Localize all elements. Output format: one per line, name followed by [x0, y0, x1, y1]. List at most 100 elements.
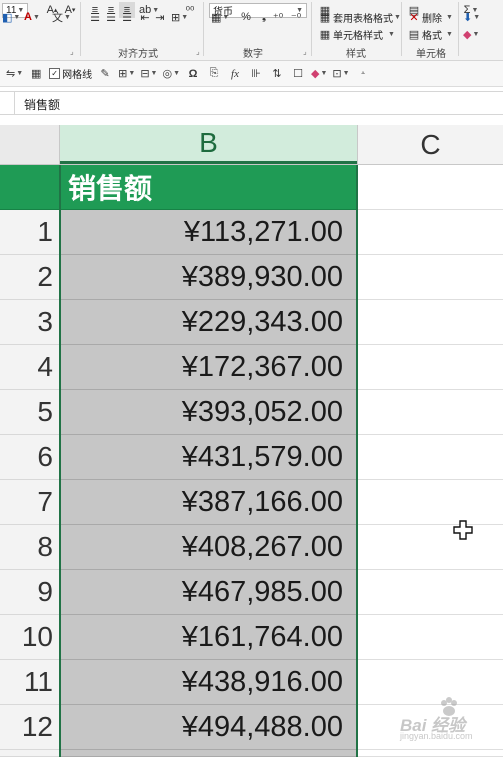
table-cell[interactable] — [357, 300, 503, 345]
decrease-decimal-icon[interactable]: ⁻⁰ — [288, 9, 304, 25]
table-cell[interactable] — [357, 255, 503, 300]
sales-cell[interactable]: ¥161,764.00 — [60, 615, 357, 660]
customize-toolbar-icon[interactable]: ⩡ — [355, 66, 371, 82]
clear-icon[interactable]: ◆ ▼ — [463, 26, 479, 42]
table-cell[interactable] — [357, 480, 503, 525]
page-layout-icon[interactable]: ⇋ ▼ — [6, 66, 23, 82]
sales-cell[interactable]: ¥408,267.00 — [60, 525, 357, 570]
formula-bar-input[interactable]: 销售额 — [24, 96, 60, 113]
table-row: 8 ¥408,267.00 — [0, 525, 503, 570]
table-row: 4 ¥172,367.00 — [0, 345, 503, 390]
row-header[interactable]: 9 — [0, 570, 60, 615]
row-header[interactable]: 10 — [0, 615, 60, 660]
sales-cell[interactable]: ¥467,985.00 — [60, 570, 357, 615]
delete-cells-icon: ✕ — [409, 11, 419, 24]
select-all-corner[interactable] — [0, 125, 60, 164]
align-right-icon[interactable]: ☰ — [119, 9, 135, 25]
sales-cell[interactable]: ¥387,166.00 — [60, 480, 357, 525]
row-header[interactable]: 6 — [0, 435, 60, 480]
chevron-down-icon: ▼ — [446, 30, 453, 38]
row-header[interactable]: 5 — [0, 390, 60, 435]
number-launcher-icon[interactable]: ⌟ — [303, 47, 307, 56]
accounting-format-icon[interactable]: ▦ ▼ — [211, 9, 229, 25]
gridlines-checkbox[interactable]: ✓ 网格线 — [49, 66, 92, 81]
row-header[interactable]: 12 — [0, 705, 60, 750]
font-launcher-icon[interactable]: ⌟ — [70, 47, 74, 56]
freeze-panes-icon[interactable]: ▦ — [28, 66, 44, 82]
table-cell[interactable] — [357, 390, 503, 435]
merge-cells-icon[interactable]: ⊞ ▼ — [171, 9, 188, 25]
borders-icon[interactable]: ⊞ ▼ — [118, 66, 135, 82]
table-cell[interactable] — [357, 615, 503, 660]
cell-styles-button[interactable]: 单元格样式 — [333, 27, 383, 42]
row-header[interactable]: 4 — [0, 345, 60, 390]
eraser-icon[interactable]: ◆ ▼ — [311, 66, 327, 82]
table-cell[interactable] — [357, 345, 503, 390]
fill-color-icon[interactable]: ◧ ▼ — [2, 9, 20, 25]
comment-icon[interactable]: ☐ — [290, 66, 306, 82]
format-as-table-icon: ▦ — [319, 11, 331, 24]
ribbon-row-2: ◧ ▼ A ▼ 文 ▼ ☰ ☰ ☰ ⇤ ⇥ ⊞ ▼ ▦ ▼ % ❟ ⁺⁰ ⁻⁰ ▦ 套用表… — [0, 8, 503, 26]
row-header-blank[interactable] — [0, 165, 60, 210]
column-insert-icon[interactable]: ⊪ — [248, 66, 264, 82]
header-row: 销售额 — [0, 165, 503, 210]
sales-cell[interactable]: ¥431,579.00 — [60, 435, 357, 480]
format-as-table-button[interactable]: 套用表格格式 — [333, 10, 393, 25]
sales-cell[interactable]: ¥113,271.00 — [60, 210, 357, 255]
sort-icon[interactable]: ⇅ — [269, 66, 285, 82]
styles-group-label: 样式 — [346, 49, 366, 60]
table-insert-icon[interactable]: ⊟ ▼ — [140, 66, 157, 82]
column-header-b[interactable]: B — [60, 125, 357, 164]
ribbon-row-3: ▦ 单元格样式 ▼ ▤ 格式 ▼ ◆ ▼ — [0, 25, 503, 43]
percent-style-button[interactable]: % — [238, 9, 254, 25]
row-header[interactable]: 2 — [0, 255, 60, 300]
chevron-down-icon: ▼ — [446, 13, 453, 21]
phonetic-icon[interactable]: 文 ▼ — [52, 9, 71, 25]
font-color-icon[interactable]: A ▼ — [24, 9, 40, 25]
format-painter-icon[interactable]: ✎ — [97, 66, 113, 82]
sales-cell[interactable]: ¥438,916.00 — [60, 660, 357, 705]
table-cell[interactable] — [357, 570, 503, 615]
row-header[interactable]: 3 — [0, 300, 60, 345]
grid-options-icon[interactable]: ⊡ ▼ — [332, 66, 349, 82]
shapes-icon[interactable]: ◎ ▼ — [162, 66, 180, 82]
name-box-edge[interactable]: ​ — [0, 92, 15, 114]
increase-indent-icon[interactable]: ⇥ — [152, 9, 168, 25]
sales-header-cell[interactable]: 销售额 — [60, 165, 357, 210]
sales-cell[interactable] — [60, 750, 357, 757]
number-group-label: 数字 — [243, 49, 263, 60]
table-cell[interactable] — [357, 435, 503, 480]
sales-cell[interactable]: ¥389,930.00 — [60, 255, 357, 300]
format-cells-button[interactable]: 格式 — [422, 27, 442, 42]
fill-icon[interactable]: ⬇ ▼ — [463, 9, 480, 25]
align-center-icon[interactable]: ☰ — [103, 9, 119, 25]
alignment-launcher-icon[interactable]: ⌟ — [196, 47, 200, 56]
quick-access-toolbar: ⇋ ▼ ▦ ✓ 网格线 ✎ ⊞ ▼ ⊟ ▼ ◎ ▼ Ω ⎘ fx ⊪ ⇅ ☐ ◆ ▼ ⊡ ▼… — [0, 61, 503, 87]
row-header[interactable]: 8 — [0, 525, 60, 570]
sales-cell[interactable]: ¥229,343.00 — [60, 300, 357, 345]
symbol-omega-icon[interactable]: Ω — [185, 66, 201, 82]
table-cell[interactable] — [357, 210, 503, 255]
decrease-indent-icon[interactable]: ⇤ — [137, 9, 153, 25]
align-left-icon[interactable]: ☰ — [87, 9, 103, 25]
increase-decimal-icon[interactable]: ⁺⁰ — [270, 9, 286, 25]
table-cell[interactable] — [357, 750, 503, 757]
row-header[interactable]: 1 — [0, 210, 60, 255]
row-header[interactable] — [0, 750, 60, 757]
row-header[interactable]: 11 — [0, 660, 60, 705]
row-header[interactable]: 7 — [0, 480, 60, 525]
function-fx-icon[interactable]: fx — [227, 66, 243, 82]
paste-values-icon[interactable]: ⎘ — [206, 66, 222, 82]
chevron-down-icon: ▼ — [388, 30, 395, 38]
table-row-partial — [0, 750, 503, 757]
sales-cell[interactable]: ¥393,052.00 — [60, 390, 357, 435]
delete-cells-button[interactable]: 删除 — [422, 10, 442, 25]
column-header-c[interactable]: C — [357, 125, 503, 164]
table-cell[interactable] — [357, 525, 503, 570]
ribbon-separator — [80, 2, 81, 56]
sales-cell[interactable]: ¥494,488.00 — [60, 705, 357, 750]
cell-cross-cursor-icon — [453, 520, 473, 540]
table-row: 7 ¥387,166.00 — [0, 480, 503, 525]
sales-cell[interactable]: ¥172,367.00 — [60, 345, 357, 390]
table-cell[interactable] — [357, 165, 503, 210]
